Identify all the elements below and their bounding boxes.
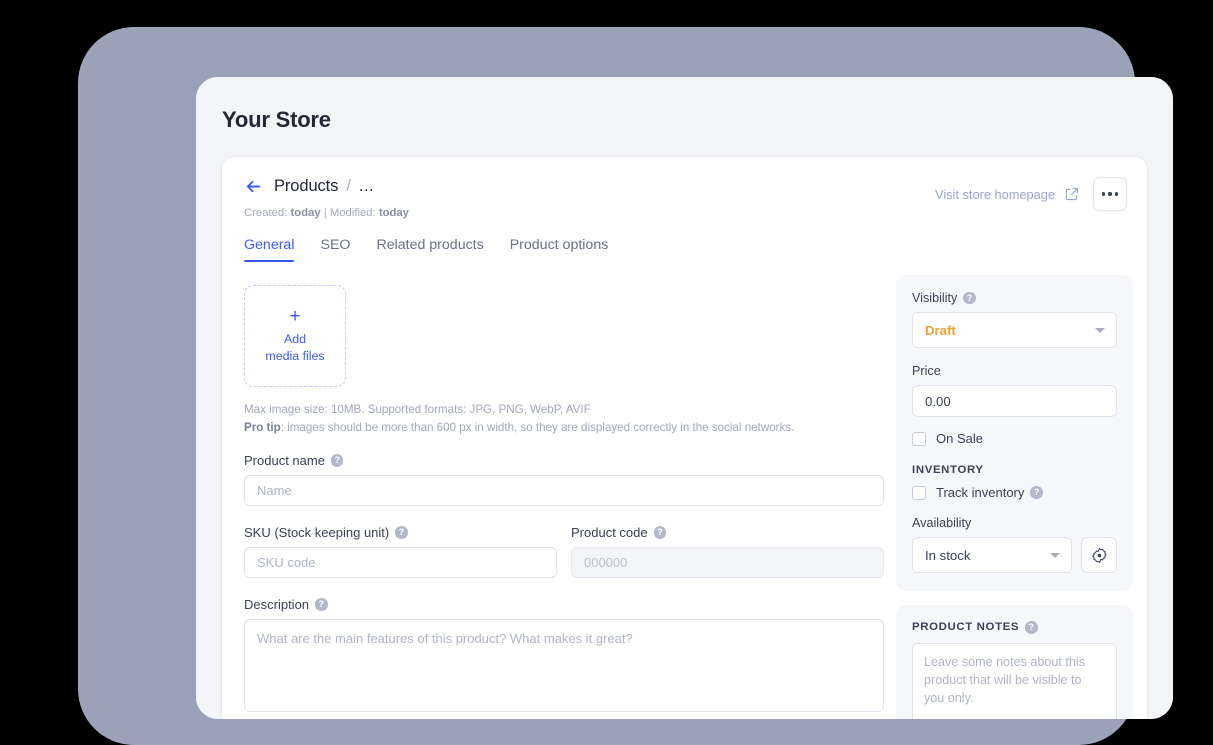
track-inventory-label-row: Track inventory ? [936,485,1043,500]
product-notes-panel: PRODUCT NOTES ? [896,605,1133,719]
track-inventory-label: Track inventory [936,485,1025,500]
help-icon[interactable]: ? [653,526,667,539]
sku-input[interactable] [244,547,557,578]
pro-tip-text: : images should be more than 600 px in w… [280,421,795,434]
help-icon[interactable]: ? [330,454,344,467]
meta-created-value: today [290,207,321,219]
card-header: Products / ... Created: today | Modified… [222,157,1147,225]
availability-value: In stock [925,547,971,563]
track-inventory-checkbox-row[interactable]: Track inventory ? [912,485,1117,500]
product-code-group: Product code ? [571,525,884,578]
chevron-down-icon [1050,553,1060,558]
availability-select[interactable]: In stock [912,537,1072,573]
price-input[interactable] [912,385,1117,417]
help-icon[interactable]: ? [1030,486,1043,499]
description-group: Description ? [244,597,884,717]
breadcrumb: Products / ... [244,177,374,196]
product-name-label-row: Product name ? [244,453,884,468]
help-icon[interactable]: ? [315,598,328,611]
editor-tabs: General SEO Related products Product opt… [244,237,608,262]
on-sale-checkbox-row[interactable]: On Sale [912,431,1117,446]
product-name-input[interactable] [244,475,884,506]
meta-modified-label: Modified: [329,207,376,219]
visit-store-homepage-link[interactable]: Visit store homepage [935,187,1079,202]
price-group: Price [912,364,1117,417]
ellipsis-icon [1108,192,1112,196]
on-sale-checkbox[interactable] [912,431,926,446]
gear-icon [1091,547,1107,563]
help-icon[interactable]: ? [395,526,408,539]
device-frame: Your Store Products / ... Created: today… [78,27,1173,745]
product-name-label: Product name [244,453,325,468]
general-form: + Add media files Max image size: 10MB. … [244,285,884,717]
on-sale-label: On Sale [936,431,983,446]
product-code-label-row: Product code ? [571,525,884,540]
meta-divider: | [323,207,327,219]
price-label: Price [912,364,941,378]
availability-group: Availability In stock [912,516,1117,573]
description-label-row: Description ? [244,597,884,612]
plus-icon: + [289,306,301,328]
visibility-price-panel: Visibility ? Draft Price 0.00 On Sale IN… [896,275,1133,591]
breadcrumb-separator: / [346,177,351,195]
visibility-label-row: Visibility ? [912,291,1117,305]
add-media-files-dropzone[interactable]: + Add media files [244,285,346,387]
media-pro-tip-hint: Pro tip: images should be more than 600 … [244,421,884,434]
tab-product-options[interactable]: Product options [510,237,609,262]
visibility-select[interactable]: Draft [912,312,1117,348]
description-label: Description [244,597,310,612]
visit-store-homepage-label: Visit store homepage [935,186,1055,202]
description-textarea[interactable] [244,619,884,712]
sku-and-code-row: SKU (Stock keeping unit) ? Product code … [244,525,884,578]
product-code-label: Product code [571,525,648,540]
add-media-label-line1: Add [283,332,307,347]
help-icon[interactable]: ? [1025,621,1038,634]
product-name-group: Product name ? [244,453,884,506]
header-actions: Visit store homepage [935,177,1127,211]
product-notes-title: PRODUCT NOTES [912,621,1020,634]
product-notes-title-row: PRODUCT NOTES ? [912,621,1117,634]
device-screen: Your Store Products / ... Created: today… [196,77,1173,719]
inventory-section: INVENTORY Track inventory ? Availability [912,464,1117,573]
tab-general[interactable]: General [244,237,295,262]
track-inventory-checkbox[interactable] [912,485,926,500]
meta-created-label: Created: [244,207,288,219]
breadcrumb-current: ... [358,177,375,195]
tab-related-products[interactable]: Related products [376,237,483,262]
help-icon[interactable]: ? [963,291,976,305]
product-code-input [571,547,884,578]
meta-modified-value: today [378,207,409,219]
sku-label-row: SKU (Stock keeping unit) ? [244,525,557,540]
inventory-section-title: INVENTORY [912,464,984,476]
product-notes-textarea[interactable] [912,642,1117,719]
availability-label: Availability [912,516,972,530]
arrow-left-icon[interactable] [244,177,263,196]
media-size-hint: Max image size: 10MB. Supported formats:… [244,403,591,416]
more-options-button[interactable] [1093,177,1127,211]
sku-group: SKU (Stock keeping unit) ? [244,525,557,578]
screen-content: Your Store Products / ... Created: today… [196,77,1173,719]
record-meta: Created: today | Modified: today [244,207,409,219]
page-title: Your Store [222,107,331,132]
availability-row: In stock [912,537,1117,573]
add-media-label-line2: media files [265,349,325,363]
chevron-down-icon [1095,328,1105,333]
sku-label: SKU (Stock keeping unit) [244,525,390,540]
product-settings-sidebar: Visibility ? Draft Price 0.00 On Sale IN… [896,275,1133,719]
tab-seo[interactable]: SEO [320,237,350,262]
external-link-icon [1065,188,1078,201]
visibility-value: Draft [925,322,956,338]
visibility-label: Visibility [912,291,958,305]
product-editor-card: Products / ... Created: today | Modified… [222,157,1147,719]
pro-tip-label: Pro tip [244,421,281,434]
ellipsis-icon [1101,192,1106,196]
breadcrumb-parent[interactable]: Products [274,177,338,196]
availability-settings-button[interactable] [1081,537,1117,573]
ellipsis-icon [1114,192,1119,196]
